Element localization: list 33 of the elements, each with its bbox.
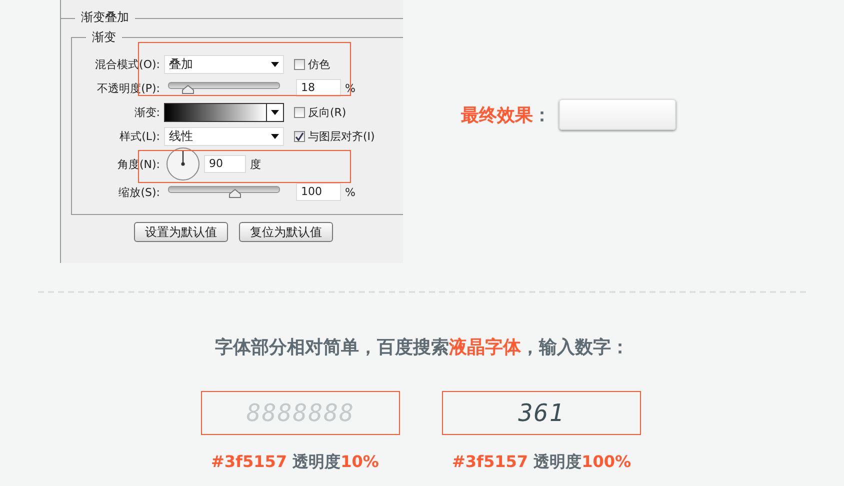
caret-icon bbox=[271, 110, 279, 114]
unit-label: % bbox=[345, 186, 356, 198]
field-label: 样式(L): bbox=[118, 128, 161, 144]
angle-field[interactable]: 90 bbox=[204, 155, 246, 173]
result-label: 最终效果： bbox=[461, 104, 551, 126]
style-dropdown[interactable]: 线性 bbox=[164, 126, 284, 146]
number-field[interactable]: 18 bbox=[296, 79, 341, 97]
default-button[interactable]: 复位为默认值 bbox=[239, 222, 333, 242]
caret-icon bbox=[271, 62, 279, 66]
checkbox-label: 与图层对齐(I) bbox=[308, 128, 375, 144]
slider[interactable] bbox=[168, 185, 280, 199]
slider[interactable] bbox=[168, 81, 280, 95]
checkbox[interactable] bbox=[294, 58, 305, 70]
checkbox-label: 反向(R) bbox=[308, 104, 346, 120]
slider-thumb[interactable] bbox=[229, 189, 242, 198]
field-label: 渐变: bbox=[133, 104, 161, 120]
unit-label: 度 bbox=[250, 156, 261, 172]
blend-mode-dropdown[interactable]: 叠加 bbox=[164, 54, 284, 74]
color-caption: #3f5157 透明度10% bbox=[210, 452, 380, 473]
checkbox[interactable] bbox=[294, 106, 305, 118]
angle-dial[interactable] bbox=[166, 147, 200, 181]
caret-icon bbox=[271, 134, 279, 138]
checkbox-label: 仿色 bbox=[308, 56, 330, 72]
gradient-picker[interactable] bbox=[164, 102, 284, 122]
color-caption: #3f5157 透明度100% bbox=[451, 452, 632, 473]
slider-thumb[interactable] bbox=[182, 85, 194, 94]
field-label: 角度(N): bbox=[116, 156, 161, 172]
number-field[interactable]: 100 bbox=[296, 183, 341, 201]
checkbox[interactable] bbox=[294, 130, 305, 142]
lcd-display: 361 bbox=[442, 391, 641, 435]
default-button[interactable]: 设置为默认值 bbox=[134, 222, 228, 242]
instruction-heading: 字体部分相对简单，百度搜索液晶字体，输入数字： bbox=[215, 337, 629, 358]
field-label: 缩放(S): bbox=[118, 184, 161, 200]
